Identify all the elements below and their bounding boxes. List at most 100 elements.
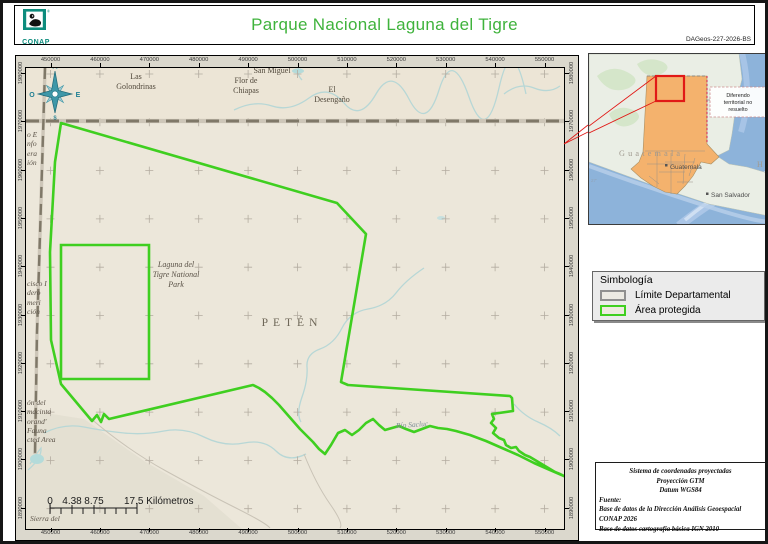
axis-tick [297,63,299,67]
lake [437,216,445,220]
axis-tick [21,169,25,171]
axis-tick [565,266,569,268]
compass-e: E [76,92,81,99]
map-drawing: N E O S 0 4.38 8.75 17.5 Kilómetros [26,68,564,529]
axis-tick [445,528,447,532]
legend-item-limite: Límite Departamental [600,288,764,303]
axis-label-y-right: 1960000 [569,158,575,181]
inset-depth-fragment: 27' [591,178,597,183]
legend-item-label: Límite Departamental [635,290,731,301]
axis-tick [198,528,200,532]
axis-tick [21,459,25,461]
axis-tick [495,528,497,532]
axis-tick [565,459,569,461]
scale-label-875: 8.75 [84,496,104,507]
axis-tick [21,411,25,413]
axis-tick [396,528,398,532]
datum-line: Datum WGS84 [659,487,702,495]
note-line-1: Diferendo [726,93,749,99]
axis-tick [297,528,299,532]
axis-tick [99,63,101,67]
source-info-box: Sistema de coordenadas proyectadas Proye… [595,462,765,533]
axis-label-y-right: 1930000 [569,303,575,326]
page-title: Parque Nacional Laguna del Tigre [251,15,518,34]
note-line-2: territorial no [724,100,752,106]
lake [30,454,44,464]
label-flor-de-chiapas: Flor de Chiapas [233,76,259,95]
label-clipped-west-3: ón del macinta orand' Fauna cted Area [27,398,56,445]
inset-honduras-fragment: Ho [757,160,768,169]
note-line-3: resuelto [728,107,747,113]
axis-tick [198,63,200,67]
compass-n: N [52,68,58,71]
conap-logo-text: CONAP [22,39,50,46]
axis-tick [21,266,25,268]
fuente-label: Fuente: [599,496,622,504]
axis-label-y-right: 1890000 [569,496,575,519]
projection-line: Proyección GTM [656,477,705,485]
axis-tick [149,528,151,532]
scale-label-km: 17.5 Kilómetros [124,496,193,507]
inset-map-drawing: Guatemala Guatemala San Salvador Ho 27' … [588,48,768,230]
legend-item-area-protegida: Área protegida [600,303,764,318]
axis-label-y-right: 1950000 [569,206,575,230]
lake [292,68,304,74]
map-sheet-page: ® CONAP Parque Nacional Laguna del Tigre… [0,0,768,544]
axis-tick [99,528,101,532]
axis-tick [346,63,348,67]
map-frame: N E O S 0 4.38 8.75 17.5 Kilómetros LasG… [15,55,579,541]
axis-tick [396,63,398,67]
axis-tick [50,528,52,532]
source-line-1: Base de datos de la Dirección Análisis G… [599,506,742,514]
inset-san-salvador-label: San Salvador [711,192,751,199]
axis-tick [565,121,569,123]
axis-tick [565,507,569,509]
doc-code: DAGeos-227-2026-BS [685,36,751,43]
legend-title: Simbología [600,274,653,286]
axis-tick [565,73,569,74]
axis-tick [21,507,25,509]
city-marker [706,192,709,195]
axis-label-y-right: 1970000 [569,110,575,133]
axis-tick [565,217,569,219]
axis-tick [21,314,25,316]
label-san-miguel: San Miguel [253,67,291,75]
axis-tick [149,63,151,67]
axis-tick [21,217,25,219]
label-clipped-west-1: o Enfo era ión [27,130,38,167]
scale-label-0: 0 [47,496,53,507]
axis-label-y-right: 1920000 [569,351,575,375]
axis-tick [565,314,569,316]
city-marker [665,164,668,167]
inset-city-label: Guatemala [670,164,702,171]
header: ® CONAP Parque Nacional Laguna del Tigre… [14,5,755,46]
map-canvas: N E O S 0 4.38 8.75 17.5 Kilómetros LasG… [25,67,565,530]
limite-swatch-icon [600,290,626,301]
label-sierra-del: Sierra del [30,514,60,523]
legend-panel: Simbología Límite Departamental Área pro… [592,271,765,321]
axis-tick [21,362,25,364]
label-clipped-west-2: cisco Idero meri ción [27,279,47,316]
axis-tick [248,528,250,532]
registered-mark: ® [47,9,50,14]
axis-tick [544,528,546,532]
territorial-note-box: Diferendo territorial no resuelto [709,86,765,118]
source-line-3: Base de datos cartografía básica IGN 201… [599,525,720,533]
axis-tick [565,169,569,171]
axis-label-y-right: 1910000 [569,399,575,423]
axis-label-y-right: 1980000 [569,61,575,85]
axis-label-y-right: 1900000 [569,448,575,471]
source-line-2: CONAP 2026 [599,515,638,523]
axis-tick [50,63,52,67]
axis-label-y-right: 1940000 [569,254,575,278]
axis-tick [544,63,546,67]
axis-tick [565,362,569,364]
axis-tick [21,73,25,74]
label-las-golondrinas: Las Golondrinas [116,72,156,91]
axis-tick [346,528,348,532]
area-protegida-swatch-icon [600,305,626,316]
compass-o: O [29,92,35,99]
axis-tick [21,121,25,123]
legend-item-label: Área protegida [635,305,701,316]
label-peten: PETÉN [261,317,323,329]
